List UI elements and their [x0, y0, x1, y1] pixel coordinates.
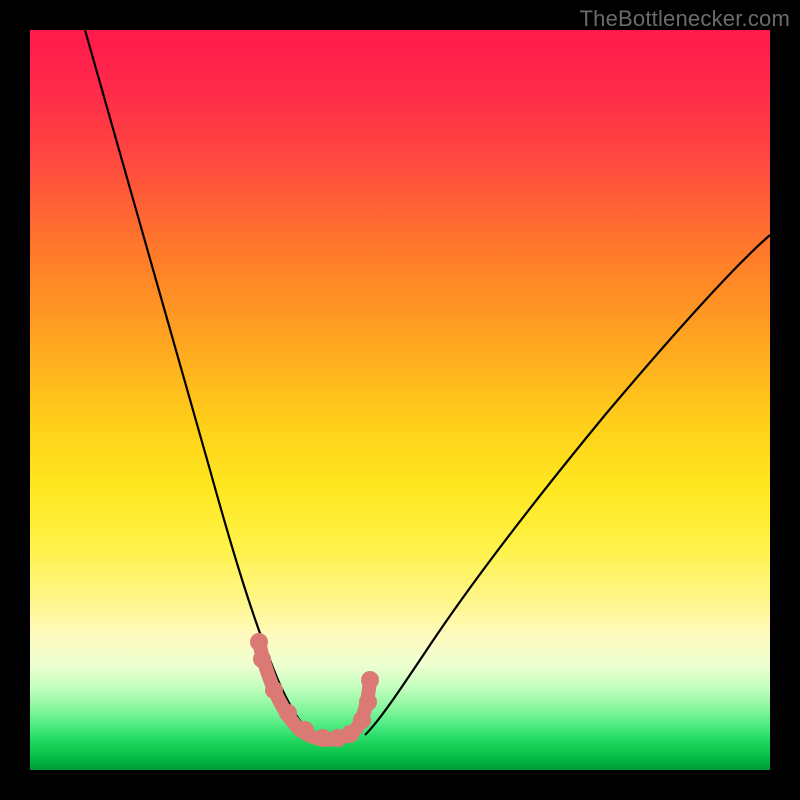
chart-frame: TheBottlenecker.com — [0, 0, 800, 800]
curve-layer — [30, 30, 770, 770]
left-curve — [85, 30, 320, 738]
plot-area — [30, 30, 770, 770]
right-curve — [365, 235, 770, 735]
watermark-text: TheBottlenecker.com — [580, 6, 790, 32]
